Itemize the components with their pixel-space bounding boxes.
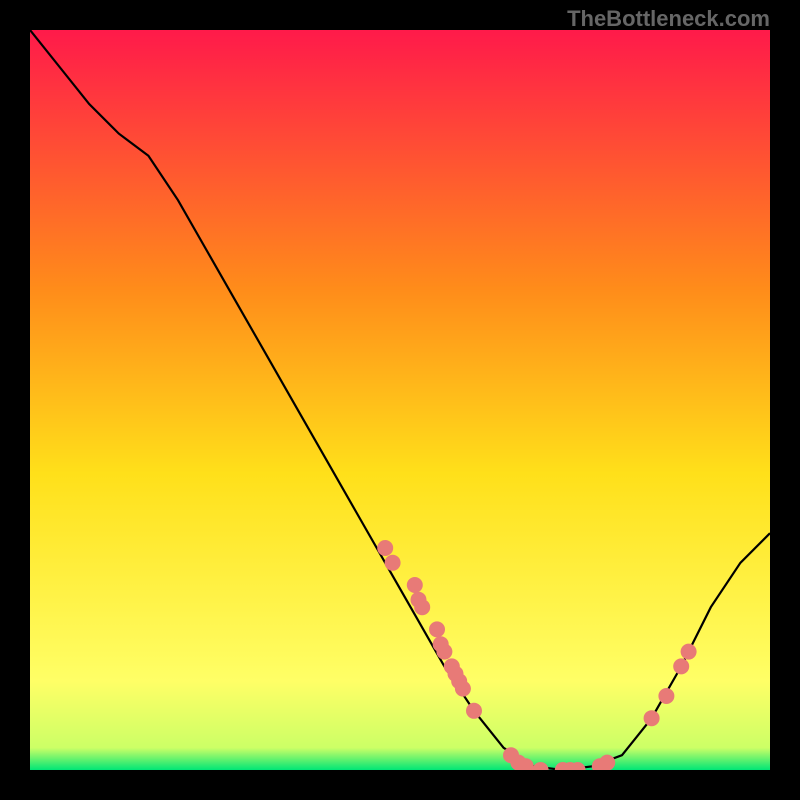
data-point xyxy=(658,688,674,704)
plot-area xyxy=(30,30,770,770)
data-point xyxy=(385,555,401,571)
data-point xyxy=(681,644,697,660)
data-point xyxy=(599,755,615,770)
data-point xyxy=(429,621,445,637)
chart-container: TheBottleneck.com xyxy=(0,0,800,800)
chart-svg xyxy=(30,30,770,770)
data-point xyxy=(377,540,393,556)
data-point xyxy=(673,658,689,674)
data-point xyxy=(407,577,423,593)
watermark-text: TheBottleneck.com xyxy=(567,6,770,32)
data-point xyxy=(466,703,482,719)
data-point xyxy=(414,599,430,615)
data-point xyxy=(436,644,452,660)
gradient-background xyxy=(30,30,770,770)
data-point xyxy=(644,710,660,726)
data-point xyxy=(455,681,471,697)
